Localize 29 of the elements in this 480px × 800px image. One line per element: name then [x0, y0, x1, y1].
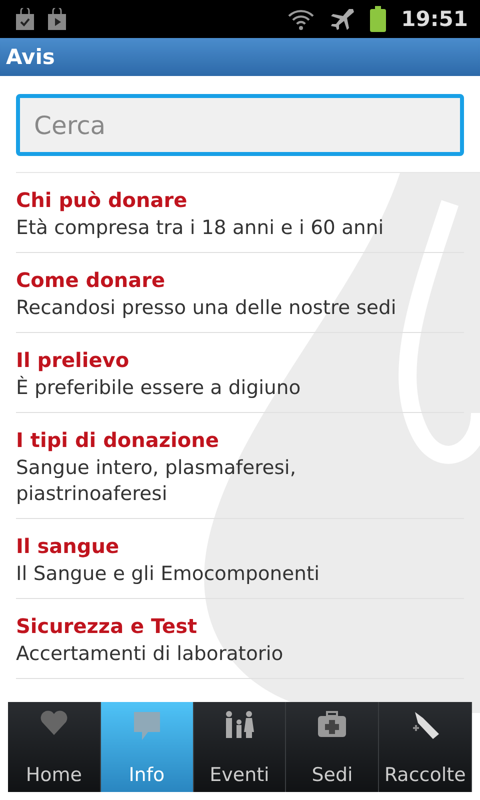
family-icon: [223, 710, 256, 740]
item-title[interactable]: Chi può donare: [16, 188, 464, 212]
app-title: Avis: [6, 45, 55, 69]
item-subtitle: Il Sangue e gli Emocomponenti: [16, 561, 321, 587]
nav-tab[interactable]: Sedi: [286, 702, 380, 792]
wifi-icon: [287, 8, 316, 30]
shopping-bag-play-icon: [48, 8, 66, 30]
nav-tab[interactable]: Eventi: [194, 702, 286, 792]
item-subtitle: Accertamenti di laboratorio: [16, 641, 284, 667]
battery-icon: [369, 6, 388, 32]
status-time: 19:51: [401, 7, 468, 31]
nav-tab[interactable]: Info: [100, 702, 194, 792]
search-field[interactable]: Cerca: [16, 94, 464, 156]
chat-bubble-icon: [132, 710, 162, 742]
heart-icon: [40, 710, 68, 736]
item-title[interactable]: Sicurezza e Test: [16, 614, 464, 638]
nav-tab[interactable]: Raccolte: [379, 702, 472, 792]
shopping-bag-check-icon: [16, 8, 34, 30]
item-subtitle: Età compresa tra i 18 anni e i 60 anni: [16, 215, 385, 241]
item-subtitle: Recandosi presso una delle nostre sedi: [16, 295, 398, 321]
item-title[interactable]: Il prelievo: [16, 348, 464, 372]
first-aid-kit-icon: [317, 710, 348, 738]
item-subtitle: Sangue intero, plasmaferesi, piastrinoaferesi: [16, 455, 298, 507]
item-title[interactable]: Il sangue: [16, 534, 464, 558]
item-title[interactable]: I tipi di donazione: [16, 428, 464, 452]
item-title[interactable]: Come donare: [16, 268, 464, 292]
item-subtitle: È preferibile essere a digiuno: [16, 375, 302, 401]
airplane-icon: [329, 7, 356, 31]
nav-tab[interactable]: Home: [8, 702, 101, 792]
